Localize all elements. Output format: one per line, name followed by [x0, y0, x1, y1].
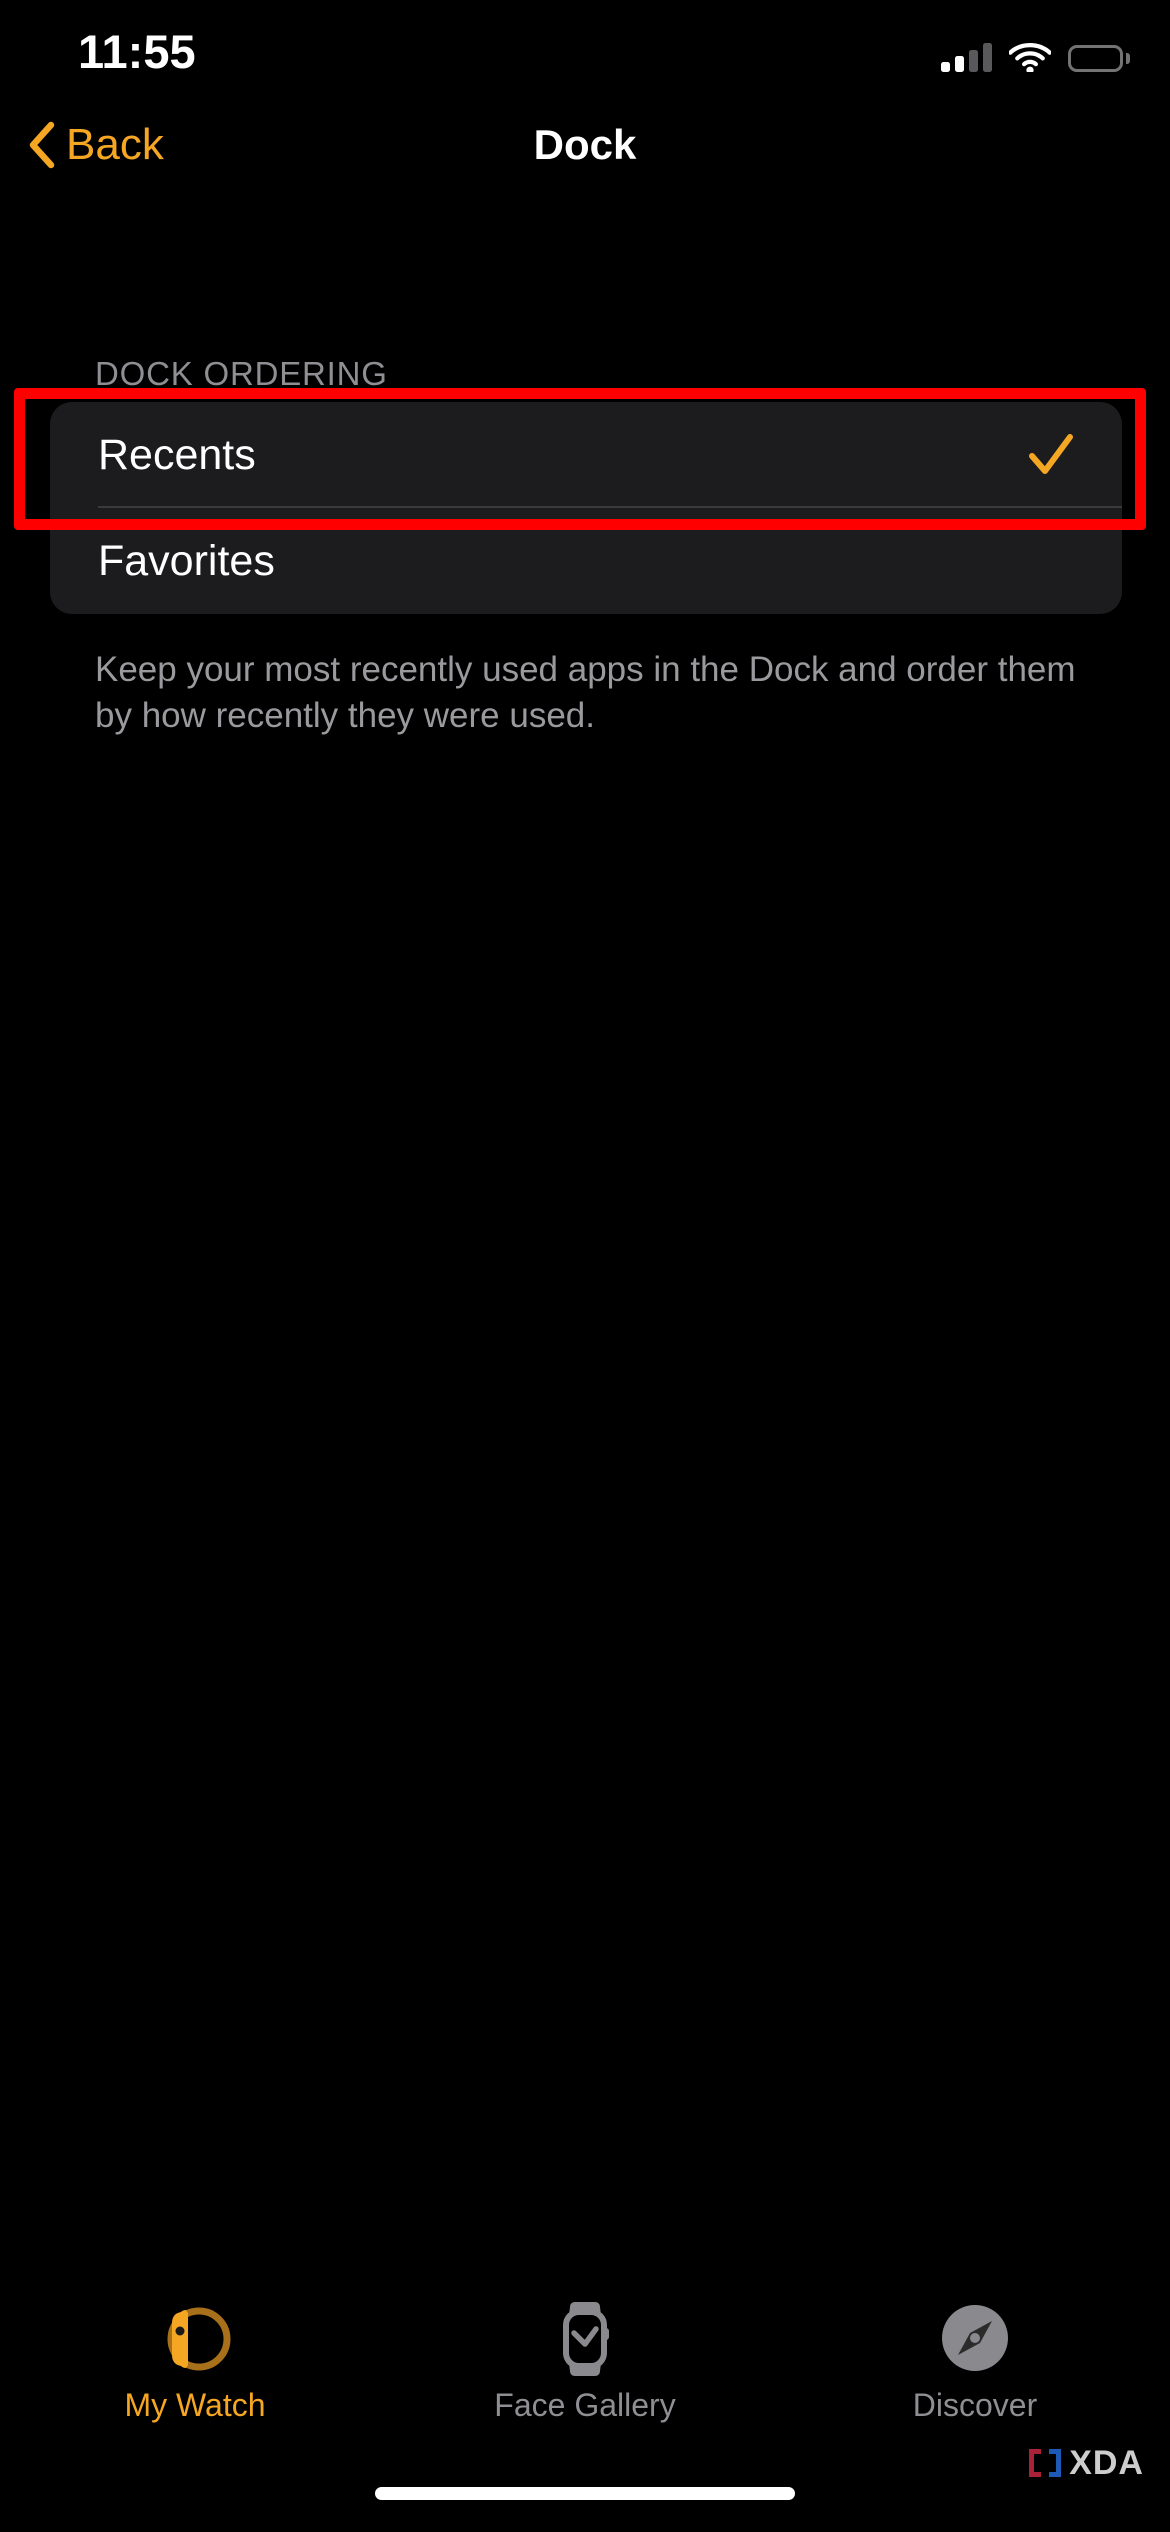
- tab-face-gallery[interactable]: Face Gallery: [390, 2290, 780, 2465]
- cellular-signal-icon: [941, 42, 992, 72]
- option-label-favorites: Favorites: [98, 536, 275, 585]
- wifi-icon: [1009, 42, 1051, 72]
- option-row-favorites[interactable]: Favorites: [50, 508, 1122, 614]
- tab-label-my-watch: My Watch: [124, 2387, 266, 2423]
- tab-my-watch[interactable]: My Watch: [0, 2290, 390, 2465]
- xda-watermark: XDA: [1027, 2446, 1144, 2480]
- status-bar-indicators: [941, 36, 1130, 72]
- xda-watermark-text: XDA: [1069, 2444, 1144, 2482]
- status-bar-clock: 11:55: [78, 25, 196, 78]
- option-label-recents: Recents: [98, 430, 256, 479]
- tab-label-face-gallery: Face Gallery: [494, 2387, 676, 2423]
- navigation-bar: Back Dock: [0, 100, 1170, 192]
- tab-bar: My Watch Face Gallery Discover: [0, 2290, 1170, 2465]
- phone-screen: 11:55 Back Dock DOCK ORDERING Recents Fa…: [0, 0, 1170, 2532]
- tab-label-discover: Discover: [912, 2387, 1038, 2423]
- page-title: Dock: [533, 121, 637, 168]
- status-bar: 11:55: [0, 0, 1170, 100]
- compass-icon: [936, 2298, 1014, 2380]
- watch-face-icon: [546, 2298, 624, 2380]
- section-header-dock-ordering: DOCK ORDERING: [95, 355, 388, 392]
- battery-icon: [1068, 45, 1130, 72]
- dock-ordering-group: Recents Favorites: [50, 402, 1122, 614]
- option-row-recents[interactable]: Recents: [50, 402, 1122, 508]
- section-footer-description: Keep your most recently used apps in the…: [95, 650, 1076, 735]
- checkmark-icon: [1028, 432, 1074, 478]
- apple-watch-icon: [156, 2298, 234, 2380]
- xda-bracket-icon: [1027, 2447, 1063, 2479]
- home-indicator[interactable]: [375, 2487, 795, 2500]
- tab-discover[interactable]: Discover: [780, 2290, 1170, 2465]
